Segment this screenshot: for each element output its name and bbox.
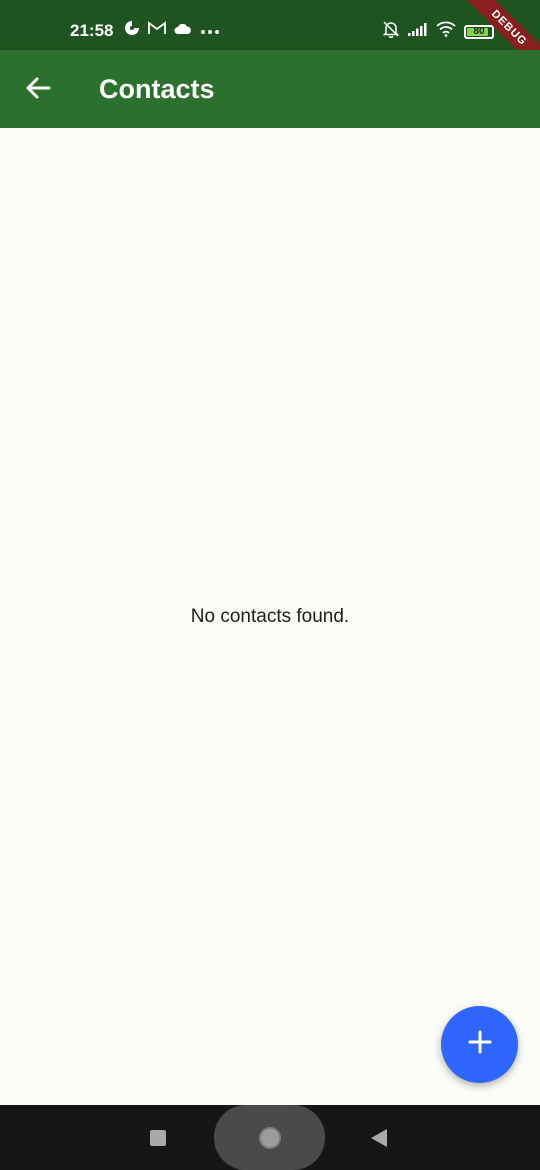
- status-bar: 21:58 80 DEBUG: [0, 0, 540, 50]
- pie-icon: [124, 20, 140, 41]
- triangle-back-icon[interactable]: [371, 1129, 387, 1147]
- more-dots-icon: [200, 22, 220, 40]
- arrow-back-icon: [25, 76, 51, 105]
- square-icon[interactable]: [150, 1130, 166, 1146]
- bell-off-icon: [382, 20, 400, 43]
- add-contact-button[interactable]: [441, 1006, 518, 1083]
- status-left-icons: [124, 20, 220, 41]
- page-title: Contacts: [99, 74, 215, 104]
- battery-level: 80: [473, 26, 485, 37]
- plus-icon: [468, 1030, 492, 1059]
- circle-icon: [258, 1126, 281, 1149]
- cloud-icon: [174, 22, 192, 40]
- signal-icon: [408, 22, 428, 41]
- app-bar: Contacts: [0, 50, 540, 128]
- wifi-icon: [436, 21, 456, 42]
- status-time: 21:58: [70, 21, 114, 40]
- back-button[interactable]: [18, 70, 58, 110]
- empty-state-message: No contacts found.: [190, 606, 350, 627]
- status-right-icons: 80: [382, 20, 494, 43]
- gmail-icon: [148, 21, 166, 40]
- contacts-list-area: No contacts found.: [0, 128, 540, 1105]
- battery-icon: 80: [464, 24, 494, 39]
- system-navigation-bar: [0, 1105, 540, 1170]
- home-button[interactable]: [214, 1105, 325, 1170]
